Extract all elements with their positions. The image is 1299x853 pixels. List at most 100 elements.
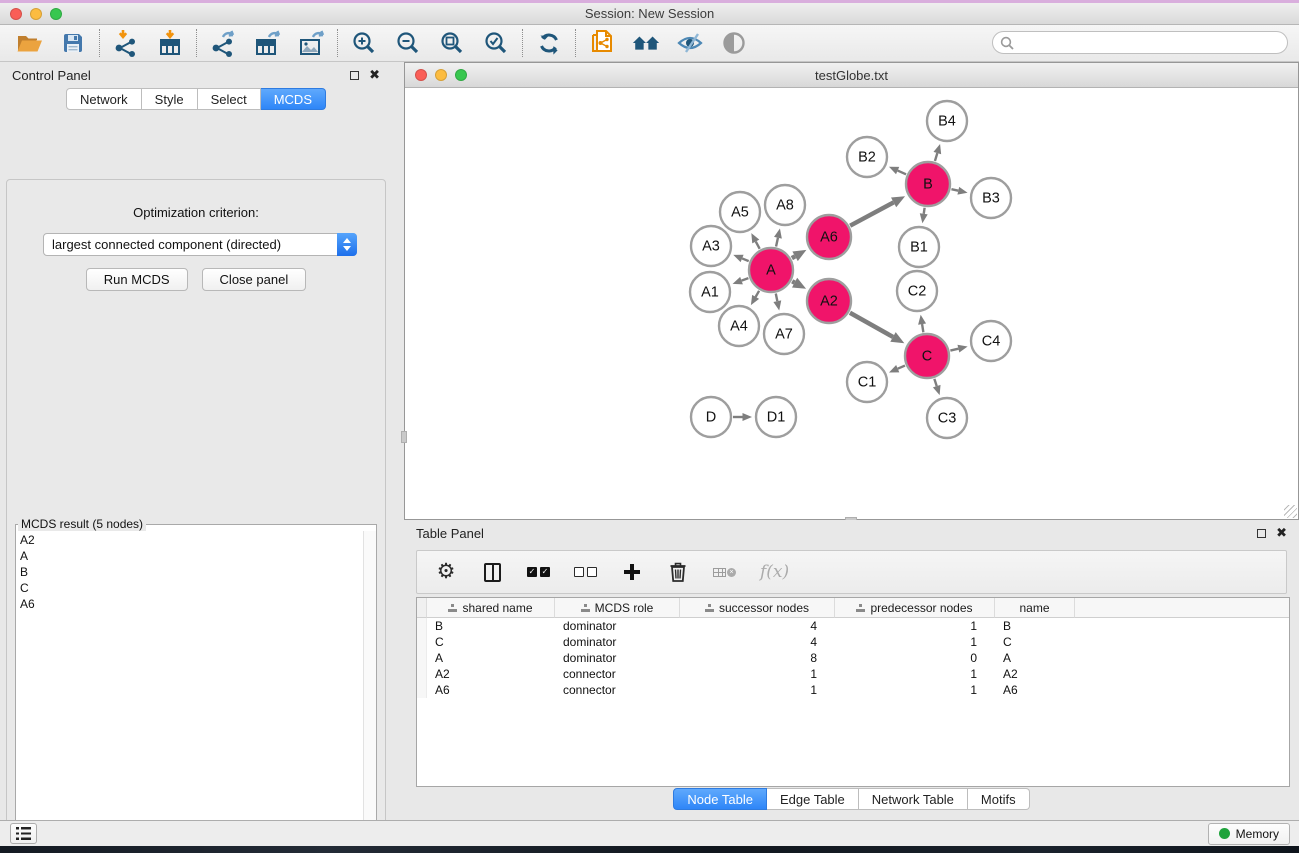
cell[interactable]: 1	[680, 682, 835, 698]
zoom-selected-icon[interactable]	[481, 28, 511, 58]
hide-graphics-details-icon[interactable]	[675, 28, 705, 58]
cell[interactable]: 4	[680, 634, 835, 650]
tab-style[interactable]: Style	[142, 88, 198, 110]
cell[interactable]: A6	[995, 682, 1075, 698]
network-minimize-button[interactable]	[435, 69, 447, 81]
cell[interactable]: 1	[835, 634, 995, 650]
row-header[interactable]	[417, 650, 427, 666]
tab-select[interactable]: Select	[198, 88, 261, 110]
edge-C-C3[interactable]	[934, 379, 936, 386]
row-header[interactable]	[417, 682, 427, 698]
result-item[interactable]: A6	[20, 596, 363, 612]
edge-B-B4[interactable]	[935, 153, 937, 161]
unselect-all-columns-icon[interactable]	[574, 559, 597, 585]
import-network-icon[interactable]	[111, 28, 141, 58]
row-header[interactable]	[417, 634, 427, 650]
edge-A-A4[interactable]	[756, 291, 759, 297]
export-network-icon[interactable]	[208, 28, 238, 58]
show-graphics-details-icon[interactable]	[719, 28, 749, 58]
column-header-predecessor-nodes[interactable]: predecessor nodes	[835, 598, 995, 618]
edge-A2-C[interactable]	[850, 313, 893, 337]
tab-mcds[interactable]: MCDS	[261, 88, 326, 110]
cell[interactable]: connector	[555, 682, 680, 698]
result-item[interactable]: A2	[20, 532, 363, 548]
cell[interactable]: 1	[835, 682, 995, 698]
cell[interactable]: 4	[680, 618, 835, 634]
cell[interactable]: 8	[680, 650, 835, 666]
delete-columns-icon[interactable]	[667, 559, 689, 585]
save-session-icon[interactable]	[58, 28, 88, 58]
zoom-out-icon[interactable]	[393, 28, 423, 58]
vertical-scrollbar-thumb[interactable]	[401, 431, 407, 443]
cell[interactable]: B	[995, 618, 1075, 634]
add-column-icon[interactable]	[621, 559, 643, 585]
window-resize-grip[interactable]	[1284, 505, 1297, 518]
zoom-window-button[interactable]	[50, 8, 62, 20]
apply-preferred-layout-icon[interactable]	[631, 28, 661, 58]
edge-B-B2[interactable]	[898, 171, 906, 175]
edge-A-A1[interactable]	[742, 278, 749, 280]
search-input[interactable]	[992, 31, 1288, 54]
close-panel-icon[interactable]: ✖	[369, 70, 380, 80]
edge-A-A5[interactable]	[756, 242, 760, 249]
close-panel-button[interactable]: Close panel	[202, 268, 307, 291]
table-settings-icon[interactable]: ⚙	[435, 559, 457, 585]
edge-A-A6[interactable]	[792, 256, 795, 258]
row-header[interactable]	[417, 666, 427, 682]
zoom-in-icon[interactable]	[349, 28, 379, 58]
cell[interactable]: A2	[995, 666, 1075, 682]
cell[interactable]: B	[427, 618, 555, 634]
edge-A-A2[interactable]	[792, 281, 794, 282]
show-column-icon[interactable]	[481, 559, 503, 585]
zoom-fit-icon[interactable]	[437, 28, 467, 58]
edge-A6-B[interactable]	[850, 202, 893, 225]
edge-C-C4[interactable]	[950, 349, 958, 351]
close-table-panel-icon[interactable]: ✖	[1276, 528, 1287, 538]
column-header-name[interactable]: name	[995, 598, 1075, 618]
row-header[interactable]	[417, 618, 427, 634]
result-scrollbar[interactable]	[363, 531, 376, 853]
run-mcds-button[interactable]: Run MCDS	[86, 268, 188, 291]
cell[interactable]: dominator	[555, 650, 680, 666]
edge-C-C2[interactable]	[922, 324, 923, 332]
edge-B-B1[interactable]	[924, 208, 925, 214]
refresh-layout-icon[interactable]	[534, 28, 564, 58]
optimization-criterion-select[interactable]: largest connected component (directed)	[43, 233, 357, 256]
memory-button[interactable]: Memory	[1208, 823, 1290, 845]
cell[interactable]: 1	[835, 666, 995, 682]
cell[interactable]: 0	[835, 650, 995, 666]
cell[interactable]: A	[995, 650, 1075, 666]
edge-C-C1[interactable]	[898, 366, 905, 369]
open-file-icon[interactable]	[14, 28, 44, 58]
column-header-MCDS-role[interactable]: MCDS role	[555, 598, 680, 618]
cell[interactable]: C	[427, 634, 555, 650]
float-table-panel-icon[interactable]	[1257, 529, 1266, 538]
task-history-button[interactable]	[10, 823, 37, 844]
export-table-icon[interactable]	[252, 28, 282, 58]
select-all-columns-icon[interactable]: ✓✓	[527, 559, 550, 585]
column-header-shared-name[interactable]: shared name	[427, 598, 555, 618]
edge-A-A7[interactable]	[776, 294, 778, 302]
table-tab-motifs[interactable]: Motifs	[968, 788, 1030, 810]
minimize-window-button[interactable]	[30, 8, 42, 20]
cell[interactable]: dominator	[555, 634, 680, 650]
cell[interactable]: dominator	[555, 618, 680, 634]
import-table-icon[interactable]	[155, 28, 185, 58]
network-canvas[interactable]: B4B2BB3A5A8A6A3B1AA1C2A2A4A7C4CC1C3DD1	[405, 88, 1298, 519]
cell[interactable]: A6	[427, 682, 555, 698]
cell[interactable]: connector	[555, 666, 680, 682]
edge-B-B3[interactable]	[951, 189, 958, 191]
result-item[interactable]: A	[20, 548, 363, 564]
cell[interactable]: A2	[427, 666, 555, 682]
column-header-successor-nodes[interactable]: successor nodes	[680, 598, 835, 618]
float-panel-icon[interactable]	[350, 71, 359, 80]
network-close-button[interactable]	[415, 69, 427, 81]
table-tab-node-table[interactable]: Node Table	[673, 788, 767, 810]
tab-network[interactable]: Network	[66, 88, 142, 110]
result-item[interactable]: C	[20, 580, 363, 596]
network-zoom-button[interactable]	[455, 69, 467, 81]
edge-A-A3[interactable]	[742, 258, 749, 261]
result-item[interactable]: B	[20, 564, 363, 580]
cell[interactable]: 1	[835, 618, 995, 634]
edge-A-A8[interactable]	[776, 238, 778, 247]
